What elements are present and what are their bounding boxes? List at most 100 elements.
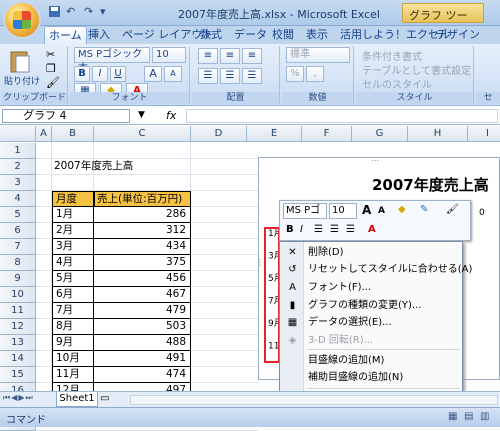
row-header[interactable]: 13: [0, 335, 36, 351]
cell-styles-button[interactable]: セルのスタイル: [362, 76, 432, 91]
font-size-select[interactable]: 10: [152, 47, 186, 63]
mini-align-left-icon[interactable]: ☰: [330, 223, 339, 239]
context-menu-item[interactable]: ◈ 3-D 回転(R)...: [281, 333, 462, 349]
row-header[interactable]: 14: [0, 351, 36, 367]
mini-format-painter-icon[interactable]: 🖌: [446, 203, 459, 219]
mini-grow-font-button[interactable]: A: [362, 203, 371, 219]
row-header[interactable]: 9: [0, 271, 36, 287]
month-cell[interactable]: 4月: [52, 255, 94, 271]
sales-cell[interactable]: 286: [94, 207, 191, 223]
context-menu-item[interactable]: A フォント(F)...: [281, 280, 462, 296]
mini-italic-button[interactable]: I: [300, 223, 303, 239]
column-header[interactable]: A: [36, 126, 52, 142]
cut-icon[interactable]: ✂: [46, 48, 55, 61]
qat-more-icon[interactable]: ▾: [100, 5, 106, 20]
bold-button[interactable]: B: [74, 66, 90, 82]
align-bottom-icon[interactable]: ≡: [242, 48, 262, 64]
context-menu-item[interactable]: ↺ リセットしてスタイルに合わせる(A): [281, 262, 472, 278]
mini-font-select[interactable]: MS Pゴ: [283, 203, 327, 219]
month-cell[interactable]: 5月: [52, 271, 94, 287]
row-header[interactable]: 10: [0, 287, 36, 303]
sales-cell[interactable]: 375: [94, 255, 191, 271]
sales-cell[interactable]: 467: [94, 287, 191, 303]
table-header-sales[interactable]: 売上(単位:百万円): [94, 191, 191, 207]
copy-icon[interactable]: ❐: [46, 62, 56, 75]
sheet-title-cell[interactable]: 2007年度売上高: [54, 159, 184, 175]
sheet-nav-icon[interactable]: ⏮◀▶⏭: [3, 393, 34, 403]
comma-button[interactable]: ,: [306, 66, 324, 82]
month-cell[interactable]: 10月: [52, 351, 94, 367]
italic-button[interactable]: I: [92, 66, 108, 82]
mini-size-select[interactable]: 10: [329, 203, 357, 219]
mini-align-center-icon[interactable]: ☰: [314, 223, 323, 239]
align-left-icon[interactable]: ☰: [198, 68, 218, 84]
column-header[interactable]: E: [247, 126, 302, 142]
row-header[interactable]: 5: [0, 207, 36, 223]
row-header[interactable]: 3: [0, 175, 36, 191]
align-center-icon[interactable]: ☰: [220, 68, 240, 84]
view-pagebreak-icon[interactable]: ▥: [480, 411, 489, 422]
tab-home[interactable]: ホーム: [44, 26, 87, 44]
mini-fill-color-icon[interactable]: ◆: [398, 203, 406, 219]
tab-review[interactable]: 校閲: [268, 26, 298, 44]
conditional-format-button[interactable]: 条件付き書式: [362, 48, 422, 63]
row-header[interactable]: 6: [0, 223, 36, 239]
redo-icon[interactable]: ↷: [84, 5, 93, 20]
grow-font-button[interactable]: A: [144, 66, 162, 82]
row-header[interactable]: 15: [0, 367, 36, 383]
formula-input[interactable]: [186, 109, 498, 123]
save-icon[interactable]: [48, 5, 61, 20]
sales-cell[interactable]: 456: [94, 271, 191, 287]
align-top-icon[interactable]: ≡: [198, 48, 218, 64]
month-cell[interactable]: 7月: [52, 303, 94, 319]
number-format-select[interactable]: 標準: [286, 47, 350, 63]
shrink-font-button[interactable]: A: [164, 66, 182, 82]
row-header[interactable]: 8: [0, 255, 36, 271]
sales-cell[interactable]: 312: [94, 223, 191, 239]
mini-font-color-button[interactable]: A: [368, 223, 376, 239]
month-cell[interactable]: 1月: [52, 207, 94, 223]
fx-button[interactable]: fx: [166, 109, 176, 122]
row-header[interactable]: 2: [0, 159, 36, 175]
column-header[interactable]: G: [352, 126, 408, 142]
format-as-table-button[interactable]: テーブルとして書式設定: [362, 62, 472, 77]
align-middle-icon[interactable]: ≡: [220, 48, 240, 64]
sales-cell[interactable]: 503: [94, 319, 191, 335]
row-header[interactable]: 7: [0, 239, 36, 255]
mini-align-right-icon[interactable]: ☰: [346, 223, 355, 239]
name-box[interactable]: グラフ 4: [2, 109, 130, 123]
underline-button[interactable]: U: [110, 66, 126, 82]
view-layout-icon[interactable]: ▤: [464, 411, 473, 422]
sales-cell[interactable]: 488: [94, 335, 191, 351]
sales-cell[interactable]: 479: [94, 303, 191, 319]
sales-cell[interactable]: 491: [94, 351, 191, 367]
horizontal-scrollbar[interactable]: [130, 395, 498, 405]
mini-line-color-icon[interactable]: ✎: [420, 203, 428, 219]
chart-handle-left-icon[interactable]: ⋮: [256, 258, 264, 267]
category-axis-selection[interactable]: [264, 227, 280, 363]
row-header[interactable]: 1: [0, 143, 36, 159]
month-cell[interactable]: 11月: [52, 367, 94, 383]
office-button[interactable]: [3, 1, 41, 39]
row-header[interactable]: 4: [0, 191, 36, 207]
row-header[interactable]: 11: [0, 303, 36, 319]
sales-cell[interactable]: 434: [94, 239, 191, 255]
row-header[interactable]: 12: [0, 319, 36, 335]
percent-button[interactable]: %: [286, 66, 304, 82]
tab-insert[interactable]: 挿入: [84, 26, 114, 44]
table-header-month[interactable]: 月度: [52, 191, 94, 207]
context-menu-item[interactable]: 補助目盛線の追加(N): [281, 370, 462, 386]
sales-cell[interactable]: 474: [94, 367, 191, 383]
month-cell[interactable]: 3月: [52, 239, 94, 255]
select-all-corner[interactable]: [0, 126, 36, 142]
month-cell[interactable]: 8月: [52, 319, 94, 335]
tab-design[interactable]: デザイン: [432, 26, 484, 44]
tab-formulas[interactable]: 数式: [196, 26, 226, 44]
month-cell[interactable]: 2月: [52, 223, 94, 239]
column-header[interactable]: B: [52, 126, 94, 142]
mini-bold-button[interactable]: B: [286, 223, 294, 239]
context-menu-item[interactable]: 目盛線の追加(M): [281, 353, 462, 369]
month-cell[interactable]: 6月: [52, 287, 94, 303]
format-painter-icon[interactable]: 🖌: [46, 76, 60, 89]
chart-handle-top-icon[interactable]: ⋯: [371, 156, 379, 165]
